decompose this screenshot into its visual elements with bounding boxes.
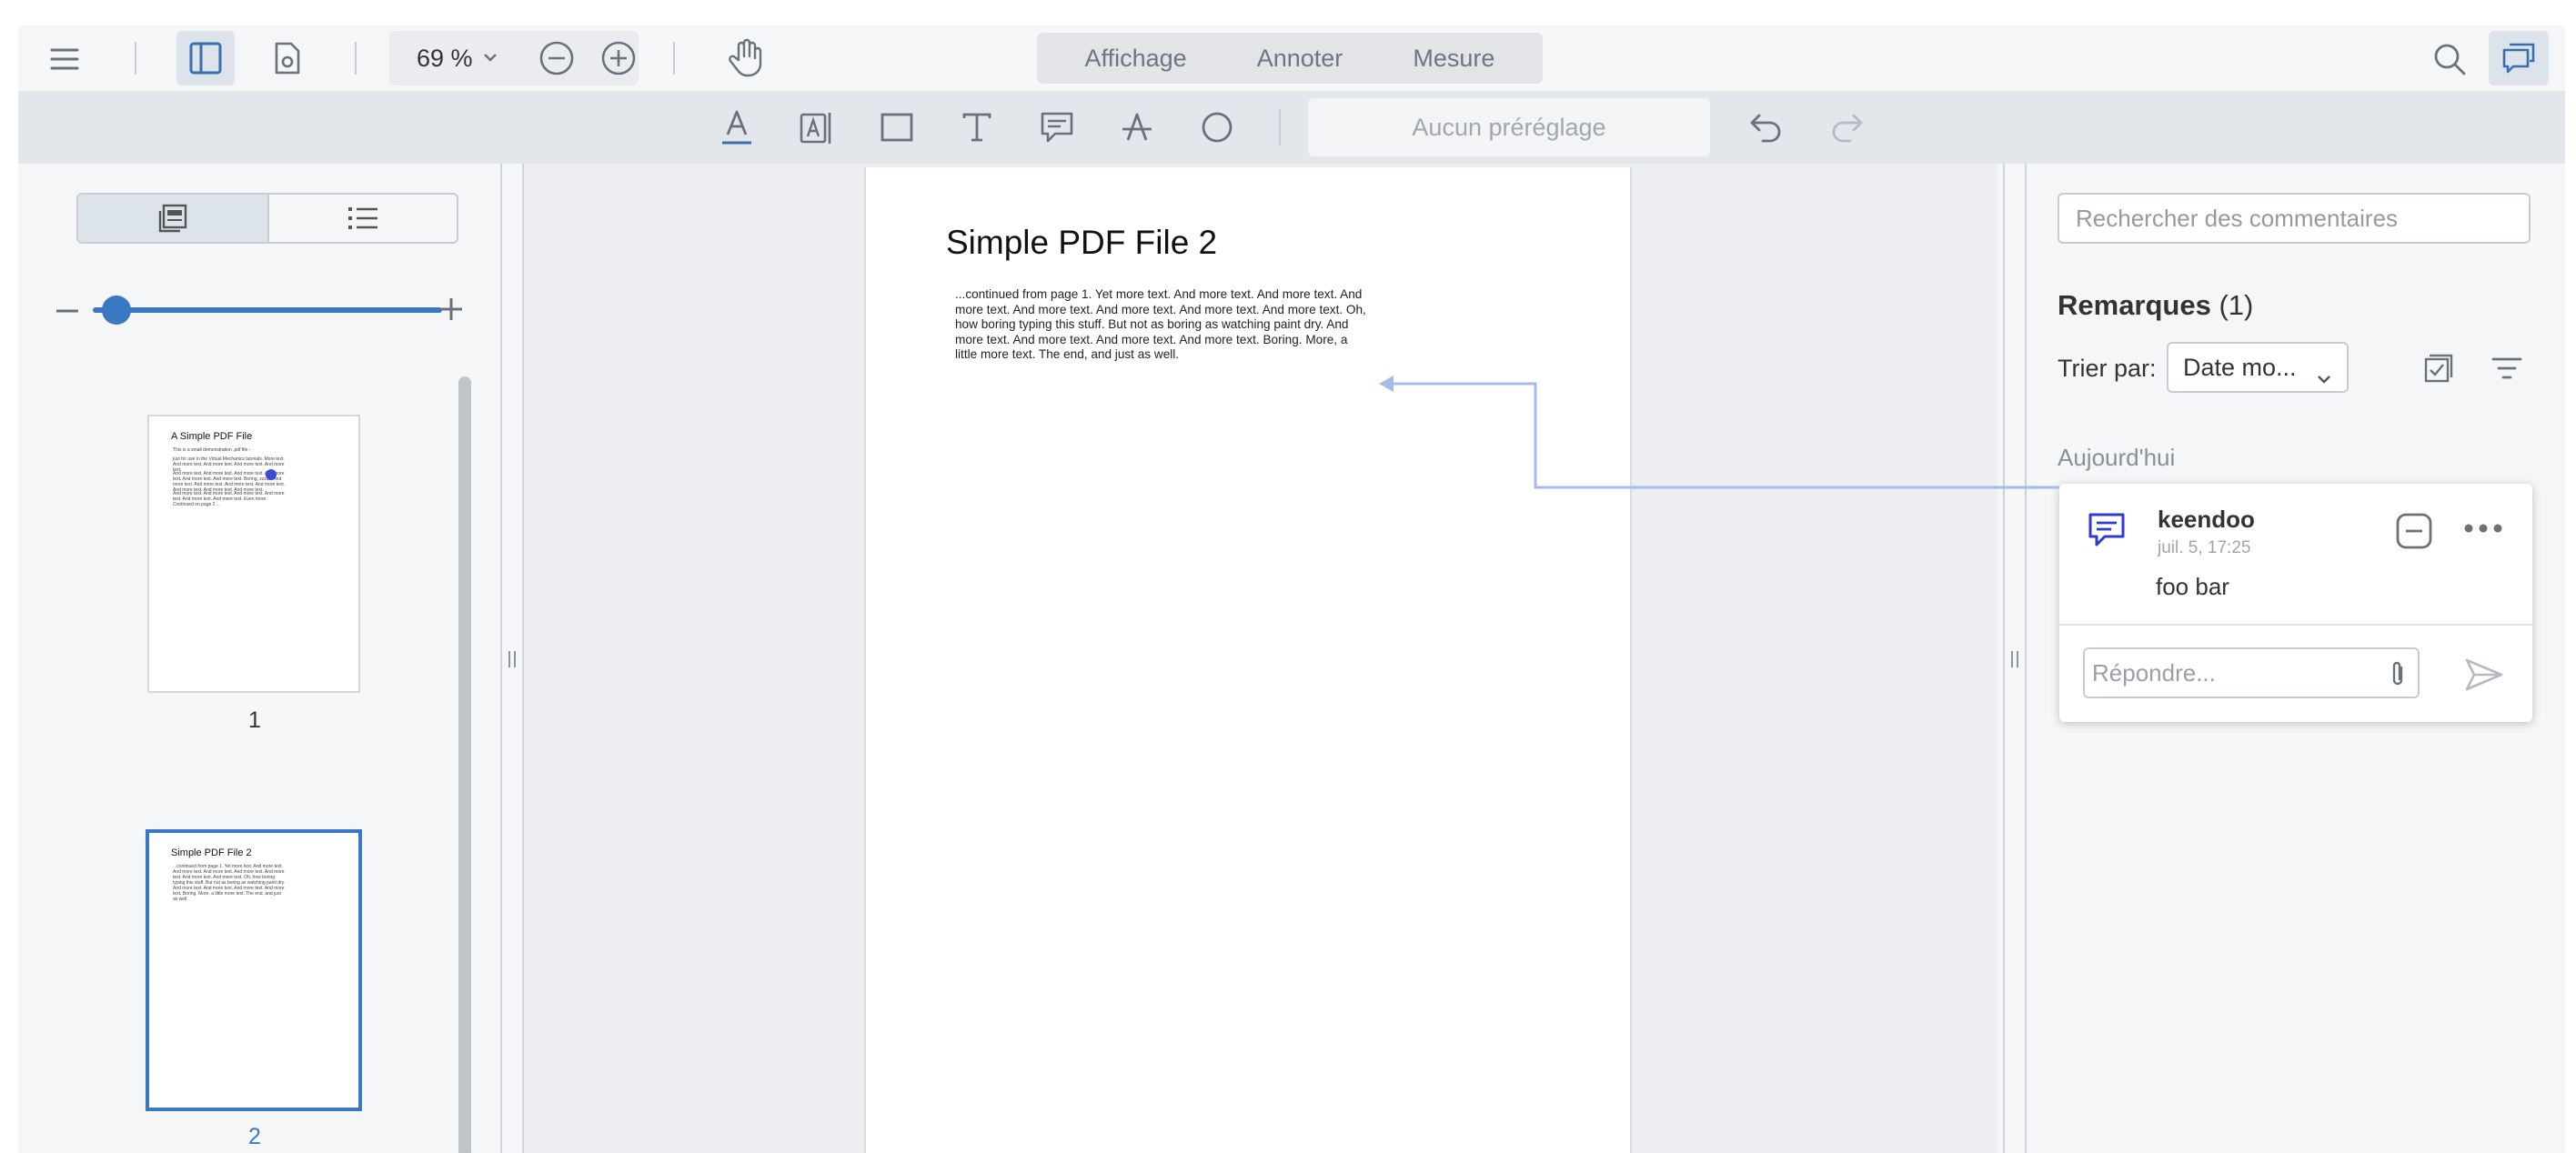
free-text-icon[interactable] (797, 107, 837, 147)
top-header: 69 % Affichage Annoter Mesure (18, 25, 2565, 91)
left-panel-resize-handle[interactable] (500, 164, 524, 1153)
pdf-viewer-app: 69 % Affichage Annoter Mesure Aucun prér… (18, 25, 2565, 1153)
mode-tabs: Affichage Annoter Mesure (1037, 33, 1543, 84)
divider (355, 42, 357, 75)
filter-icon[interactable] (2490, 355, 2523, 386)
sort-dropdown[interactable]: Date mo... (2167, 342, 2349, 393)
document-viewer: Simple PDF File 2 ...continued from page… (524, 164, 1997, 1153)
notes-title: Remarques (2058, 289, 2211, 321)
redo-icon[interactable] (1826, 107, 1867, 147)
thumbnails-panel: A Simple PDF File This is a small demons… (18, 164, 500, 1153)
zoom-value[interactable]: 69 % (417, 31, 473, 85)
note-status-icon[interactable] (2394, 511, 2434, 556)
chevron-down-icon[interactable] (480, 47, 500, 72)
text-icon[interactable] (957, 107, 997, 147)
annotation-toolbar: Aucun préréglage (18, 91, 2565, 164)
left-panel-toggle-icon[interactable] (176, 31, 235, 85)
thumbnail-text: And more text. And more text. And more t… (173, 491, 285, 507)
divider (673, 42, 675, 75)
divider (2059, 624, 2532, 626)
notes-count: (1) (2219, 289, 2254, 321)
divider (135, 42, 136, 75)
notes-search-input[interactable]: Rechercher des commentaires (2058, 193, 2531, 244)
slider-handle[interactable] (102, 296, 131, 325)
zoom-out-icon[interactable] (538, 40, 575, 81)
tab-affichage[interactable]: Affichage (1069, 37, 1203, 80)
pdf-page-2[interactable]: Simple PDF File 2 ...continued from page… (864, 167, 1632, 1153)
page-text: ...continued from page 1. Yet more text.… (955, 287, 1366, 362)
date-group-label: Aujourd'hui (2058, 444, 2176, 471)
comment-icon[interactable] (1037, 107, 1077, 147)
thumbnail-text: ...continued from page 1. Yet more text.… (173, 864, 286, 902)
grip-icon (2011, 651, 2018, 667)
attachment-icon[interactable] (2387, 660, 2409, 692)
ellipse-icon[interactable] (1197, 107, 1237, 147)
thumbnails-scrollbar[interactable] (458, 376, 471, 1153)
zoom-control: 69 % (389, 31, 639, 85)
multi-select-icon[interactable] (2423, 353, 2454, 388)
panel-view-switch (76, 193, 458, 244)
underline-icon[interactable] (717, 107, 757, 147)
more-options-icon[interactable] (2463, 522, 2503, 538)
menu-icon[interactable] (45, 40, 84, 78)
thumbnail-title: A Simple PDF File (171, 431, 253, 442)
pan-hand-icon[interactable] (724, 36, 768, 80)
notes-panel: Rechercher des commentaires Remarques (1… (2027, 164, 2565, 1153)
tab-mesure[interactable]: Mesure (1396, 37, 1511, 80)
page-heading: Simple PDF File 2 (946, 224, 1218, 261)
thumbnail-zoom-in-icon[interactable] (438, 296, 464, 326)
thumbnail-page-2[interactable]: Simple PDF File 2 ...continued from page… (146, 829, 362, 1111)
thumbnail-zoom-out-icon[interactable] (55, 298, 80, 328)
reply-input[interactable]: Répondre... (2083, 647, 2420, 698)
annotation-marker (266, 469, 277, 480)
right-panel-resize-handle[interactable] (2003, 164, 2027, 1153)
notes-panel-toggle-icon[interactable] (2489, 31, 2549, 85)
note-content: foo bar (2156, 573, 2229, 600)
grip-icon (508, 651, 516, 667)
note-card[interactable]: keendoo juil. 5, 17:25 foo bar Répondre.… (2059, 484, 2532, 722)
note-author: keendoo (2158, 506, 2255, 533)
thumbnail-size-slider[interactable] (93, 307, 442, 313)
chevron-down-icon (2314, 357, 2334, 405)
sort-label: Trier par: (2058, 355, 2157, 382)
strikeout-icon[interactable] (1117, 107, 1157, 147)
outline-view-icon[interactable] (267, 195, 457, 242)
sort-value: Date mo... (2183, 354, 2297, 381)
thumbnail-page-number: 2 (248, 1124, 261, 1149)
send-icon[interactable] (2463, 657, 2505, 697)
style-preset-selector[interactable]: Aucun préréglage (1308, 98, 1710, 156)
divider (1279, 109, 1281, 145)
tab-annoter[interactable]: Annoter (1241, 37, 1360, 80)
thumbnail-text: This is a small demonstration .pdf file … (173, 447, 251, 453)
thumbnail-page-1[interactable]: A Simple PDF File This is a small demons… (147, 415, 360, 693)
note-timestamp: juil. 5, 17:25 (2158, 538, 2251, 557)
notes-heading: Remarques (1) (2058, 289, 2253, 322)
search-icon[interactable] (2429, 38, 2470, 80)
document-settings-icon[interactable] (267, 38, 307, 78)
note-header: keendoo juil. 5, 17:25 foo bar (2059, 484, 2532, 624)
zoom-in-icon[interactable] (600, 40, 637, 81)
thumbnail-page-number: 1 (248, 707, 261, 733)
thumbnails-view-icon[interactable] (78, 195, 267, 242)
thumbnail-title: Simple PDF File 2 (171, 847, 252, 858)
undo-icon[interactable] (1746, 107, 1786, 147)
rectangle-icon[interactable] (877, 107, 917, 147)
comment-type-icon (2087, 511, 2127, 554)
